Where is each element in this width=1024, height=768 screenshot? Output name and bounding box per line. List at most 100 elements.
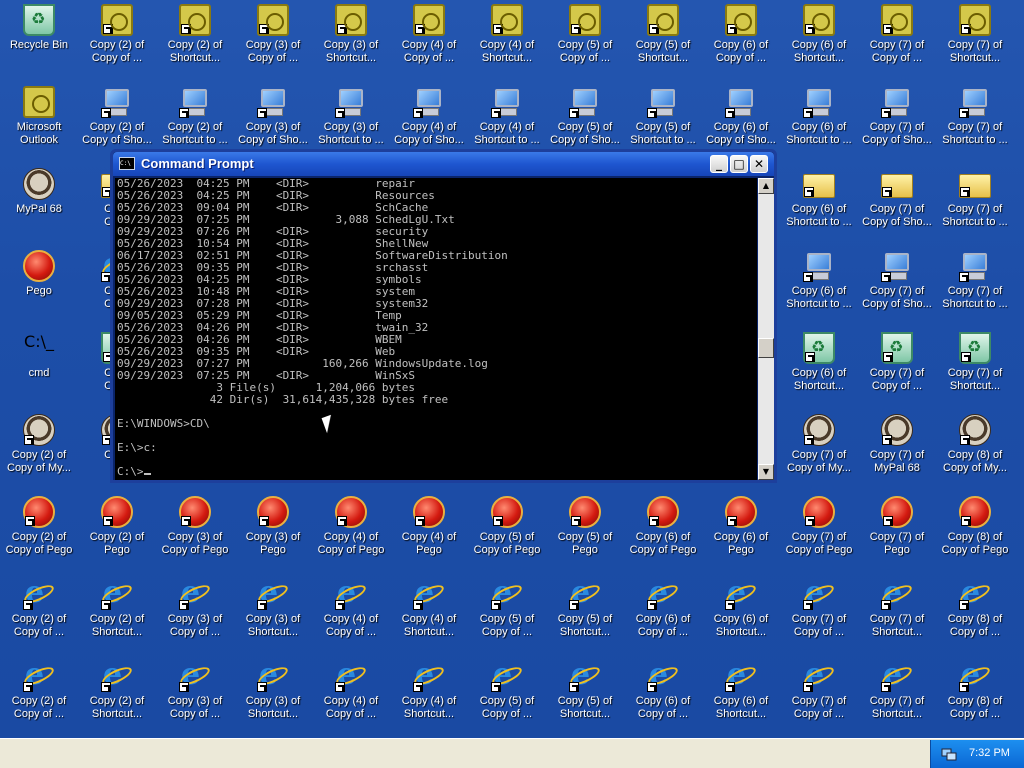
desktop-icon[interactable]: Copy (7) of Shortcut to ... xyxy=(936,166,1014,248)
computer-shortcut-icon xyxy=(179,86,211,118)
desktop-icon[interactable]: e Copy (2) of Copy of ... xyxy=(0,658,78,738)
desktop-icon[interactable]: e Copy (2) of Shortcut... xyxy=(78,576,156,658)
desktop-icon[interactable]: e Copy (5) of Copy of ... xyxy=(468,576,546,658)
desktop-icon[interactable]: Copy (6) of Pego xyxy=(702,494,780,576)
desktop-icon[interactable]: Copy (2) of Copy of Pego xyxy=(0,494,78,576)
desktop-icon[interactable]: Copy (2) of Copy of ... xyxy=(78,2,156,84)
vertical-scrollbar[interactable]: ▲ ▼ xyxy=(758,178,774,480)
desktop-icon[interactable]: Copy (5) of Shortcut... xyxy=(624,2,702,84)
shortcut-arrow-icon xyxy=(805,24,815,34)
desktop-icon[interactable]: Copy (3) of Pego xyxy=(234,494,312,576)
desktop-icon[interactable]: Copy (7) of Copy of Sho... xyxy=(858,84,936,166)
command-prompt-window[interactable]: C:\ Command Prompt _ □ ✕ 05/26/2023 04:2… xyxy=(110,149,777,483)
desktop-icon[interactable]: e Copy (4) of Shortcut... xyxy=(390,576,468,658)
desktop-icon[interactable]: e Copy (2) of Copy of ... xyxy=(0,576,78,658)
icon-label-line1: Copy (3) of xyxy=(245,121,301,133)
icon-label-line1: Copy (7) of xyxy=(947,121,1003,133)
network-tray-icon[interactable] xyxy=(941,746,957,762)
desktop-icon[interactable]: e Copy (7) of Copy of ... xyxy=(780,576,858,658)
desktop-icon-label: Copy (7) of Pego xyxy=(858,531,936,557)
cmd-window-icon[interactable]: C:\ xyxy=(119,157,135,170)
desktop-icon[interactable]: e Copy (6) of Copy of ... xyxy=(624,576,702,658)
desktop-icon[interactable]: e Copy (7) of Copy of ... xyxy=(780,658,858,738)
desktop-icon[interactable]: e Copy (8) of Copy of ... xyxy=(936,576,1014,658)
desktop-icon[interactable]: Copy (7) ofShortcut... xyxy=(936,2,1014,84)
desktop-icon[interactable]: Copy (7) of Shortcut to ... xyxy=(936,84,1014,166)
desktop-icon[interactable]: Copy (7) of Pego xyxy=(858,494,936,576)
desktop-icon[interactable]: e Copy (3) of Copy of ... xyxy=(156,576,234,658)
desktop-icon[interactable]: Copy (6) of Shortcut to ... xyxy=(780,248,858,330)
desktop-icon[interactable]: e Copy (6) of Copy of ... xyxy=(624,658,702,738)
recycle-bin-icon xyxy=(803,332,835,364)
desktop-icon[interactable]: Copy (6) ofShortcut... xyxy=(780,330,858,412)
desktop-icon[interactable]: e Copy (6) of Shortcut... xyxy=(702,658,780,738)
taskbar-clock[interactable]: 7:32 PM xyxy=(969,747,1010,759)
desktop-icon[interactable]: e Copy (3) of Copy of ... xyxy=(156,658,234,738)
desktop-icon[interactable]: e Copy (8) of Copy of ... xyxy=(936,658,1014,738)
desktop-icon[interactable]: Copy (8) of Copy of My... xyxy=(936,412,1014,494)
shortcut-arrow-icon xyxy=(803,600,813,610)
desktop-icon[interactable]: e Copy (7) of Shortcut... xyxy=(858,658,936,738)
icon-label-line1: Copy (4) of xyxy=(401,613,457,625)
desktop-icon[interactable]: Microsoft Outlook xyxy=(0,84,78,166)
desktop-icon[interactable]: Copy (6) of Copy of Pego xyxy=(624,494,702,576)
desktop-icon[interactable]: e Copy (4) of Copy of ... xyxy=(312,576,390,658)
desktop-icon[interactable]: e Copy (2) of Shortcut... xyxy=(78,658,156,738)
desktop-icon[interactable]: C:\_ cmd xyxy=(0,330,78,412)
desktop-icon[interactable]: e Copy (5) of Copy of ... xyxy=(468,658,546,738)
desktop-icon[interactable]: e Copy (3) of Shortcut... xyxy=(234,576,312,658)
window-titlebar[interactable]: C:\ Command Prompt _ □ ✕ xyxy=(113,152,774,176)
desktop-icon[interactable]: e Copy (3) of Shortcut... xyxy=(234,658,312,738)
desktop-icon[interactable]: Copy (7) ofCopy of ... xyxy=(858,330,936,412)
desktop-icon[interactable]: Copy (7) of Copy of My... xyxy=(780,412,858,494)
maximize-button[interactable]: □ xyxy=(730,155,748,173)
desktop-icon[interactable]: e Copy (5) of Shortcut... xyxy=(546,658,624,738)
minimize-button[interactable]: _ xyxy=(710,155,728,173)
desktop-icon[interactable]: Copy (7) of Shortcut to ... xyxy=(936,248,1014,330)
scrollbar-thumb[interactable] xyxy=(758,338,774,358)
desktop-icon[interactable]: Copy (3) of Copy of ... xyxy=(234,2,312,84)
desktop-icon[interactable]: Copy (7) of MyPal 68 xyxy=(858,412,936,494)
taskbar[interactable]: 7:32 PM xyxy=(0,738,1024,768)
icon-label-line2: Pego xyxy=(104,544,130,556)
desktop-icon[interactable]: Copy (6) of Shortcut to ... xyxy=(780,84,858,166)
desktop-icon[interactable]: e Copy (4) of Copy of ... xyxy=(312,658,390,738)
desktop-icon[interactable]: Copy (5) of Copy of ... xyxy=(546,2,624,84)
computer-shortcut-icon xyxy=(257,86,289,118)
desktop-icon[interactable]: Copy (6) of Shortcut to ... xyxy=(780,166,858,248)
desktop-icon[interactable]: Copy (2) of Copy of My... xyxy=(0,412,78,494)
system-tray[interactable]: 7:32 PM xyxy=(930,740,1024,768)
desktop-icon[interactable]: Recycle Bin xyxy=(0,2,78,84)
desktop-icon[interactable]: MyPal 68 xyxy=(0,166,78,248)
desktop-icon[interactable]: e Copy (6) of Shortcut... xyxy=(702,576,780,658)
close-button[interactable]: ✕ xyxy=(750,155,768,173)
desktop-icon-label: Copy (7) of Shortcut... xyxy=(936,367,1014,393)
desktop-icon[interactable]: Copy (4) of Copy of Pego xyxy=(312,494,390,576)
console-output[interactable]: 05/26/2023 04:25 PM <DIR> repair 05/26/2… xyxy=(115,178,757,480)
desktop-icon[interactable]: Copy (3) of Shortcut... xyxy=(312,2,390,84)
desktop-icon[interactable]: e Copy (4) of Shortcut... xyxy=(390,658,468,738)
desktop-icon[interactable]: Copy (2) of Shortcut... xyxy=(156,2,234,84)
desktop-icon[interactable]: Copy (7) ofShortcut... xyxy=(936,330,1014,412)
icon-label-line1: Copy (2) of xyxy=(167,121,223,133)
desktop-icon[interactable]: Copy (4) of Pego xyxy=(390,494,468,576)
desktop-icon[interactable]: e Copy (5) of Shortcut... xyxy=(546,576,624,658)
desktop-icon[interactable]: Copy (2) of Pego xyxy=(78,494,156,576)
desktop-icon[interactable]: e Copy (7) of Shortcut... xyxy=(858,576,936,658)
desktop-icon[interactable]: Copy (5) of Copy of Pego xyxy=(468,494,546,576)
desktop-icon[interactable]: Copy (6) ofShortcut... xyxy=(780,2,858,84)
desktop-icon[interactable]: Copy (7) of Copy of Pego xyxy=(780,494,858,576)
scroll-down-arrow-icon[interactable]: ▼ xyxy=(758,464,774,480)
desktop-icon[interactable]: Copy (7) of Copy of Sho... xyxy=(858,166,936,248)
desktop-icon[interactable]: Copy (6) of Copy of ... xyxy=(702,2,780,84)
desktop-icon[interactable]: Pego xyxy=(0,248,78,330)
desktop-icon[interactable]: Copy (3) of Copy of Pego xyxy=(156,494,234,576)
desktop-icon[interactable]: Copy (7) of Copy of Sho... xyxy=(858,248,936,330)
desktop-icon[interactable]: Copy (4) of Shortcut... xyxy=(468,2,546,84)
icon-label-line1: Copy (6) of xyxy=(713,531,769,543)
desktop-icon[interactable]: Copy (4) of Copy of ... xyxy=(390,2,468,84)
scroll-up-arrow-icon[interactable]: ▲ xyxy=(758,178,774,194)
desktop-icon[interactable]: Copy (8) of Copy of Pego xyxy=(936,494,1014,576)
desktop-icon[interactable]: Copy (7) ofCopy of ... xyxy=(858,2,936,84)
desktop-icon[interactable]: Copy (5) of Pego xyxy=(546,494,624,576)
